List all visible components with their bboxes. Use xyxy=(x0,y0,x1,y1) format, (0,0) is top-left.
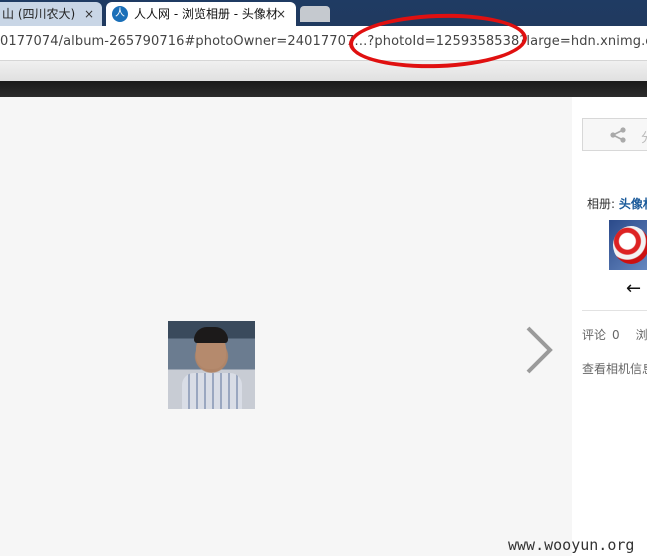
sidebar-divider xyxy=(582,310,647,311)
bookmarks-bar xyxy=(0,61,647,81)
renren-logo-icon: 人 xyxy=(112,6,128,22)
new-tab-button[interactable] xyxy=(300,6,330,22)
photo-stats: 评论 0 浏 xyxy=(582,326,647,343)
arrow-left-icon[interactable]: ← xyxy=(626,278,641,299)
browse-label: 浏 xyxy=(635,328,647,342)
browser-tab-bar: 山 (四川农大) × 人 人人网 - 浏览相册 - 头像材 × xyxy=(0,0,647,26)
tab-renren-album[interactable]: 人 人人网 - 浏览相册 - 头像材 × xyxy=(106,2,296,26)
album-thumbnail[interactable] xyxy=(609,220,647,270)
tab-sichuan-agri[interactable]: 山 (四川农大) × xyxy=(0,2,102,26)
comment-label[interactable]: 评论 xyxy=(582,328,606,342)
share-icon xyxy=(610,127,626,143)
chevron-right-icon[interactable] xyxy=(522,324,556,376)
thumbnail-image xyxy=(613,226,647,264)
share-label: 分 xyxy=(641,127,647,146)
photo-subject-hair xyxy=(194,327,228,343)
watermark: www.wooyun.org xyxy=(508,536,635,554)
url-text[interactable]: 0177074/album-265790716#photoOwner=24017… xyxy=(0,34,647,49)
address-bar[interactable]: 0177074/album-265790716#photoOwner=24017… xyxy=(0,26,647,61)
camera-info-link[interactable]: 查看相机信息 xyxy=(582,360,647,377)
close-icon[interactable]: × xyxy=(84,3,94,25)
photo-subject-shirt xyxy=(182,373,242,409)
album-name-link[interactable]: 头像材 xyxy=(619,197,647,211)
comment-count: 0 xyxy=(612,328,620,342)
close-icon[interactable]: × xyxy=(276,3,286,25)
site-header-strip xyxy=(0,81,647,97)
album-prefix: 相册: xyxy=(587,197,616,211)
tab-title: 人人网 - 浏览相册 - 头像材 xyxy=(134,7,278,21)
album-label: 相册: 头像材 xyxy=(587,195,647,212)
tab-title: 山 (四川农大) xyxy=(2,7,76,21)
photo-image[interactable] xyxy=(168,321,255,409)
share-button[interactable]: 分 xyxy=(582,118,647,151)
photo-viewer xyxy=(0,97,572,556)
